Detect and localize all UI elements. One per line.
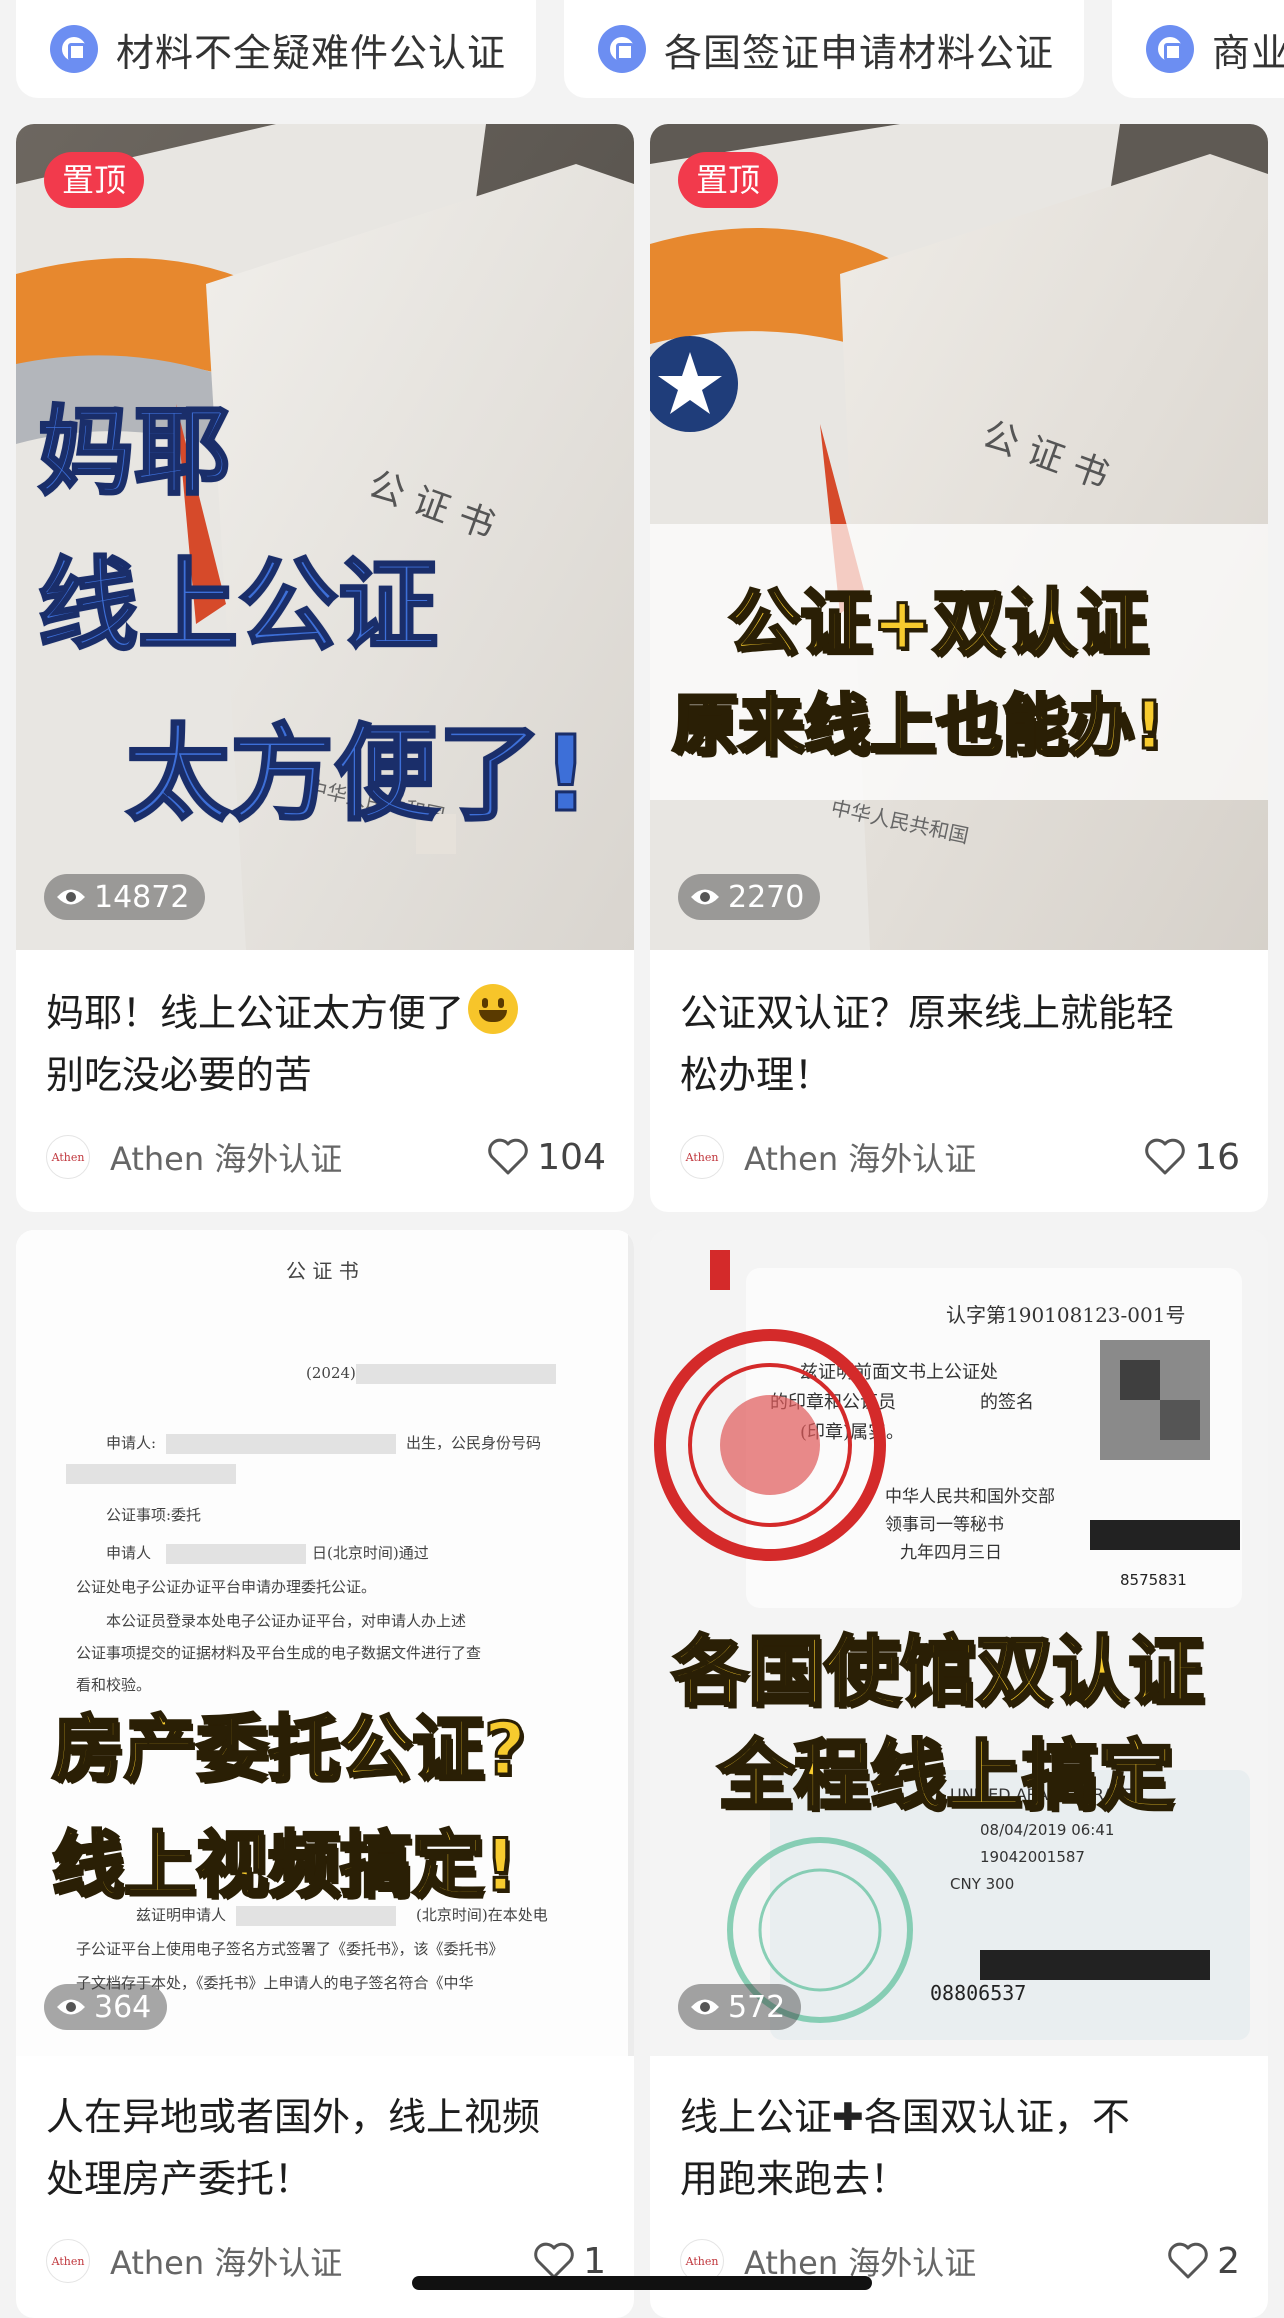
author-avatar[interactable]: Athen: [46, 2239, 90, 2283]
plus-icon: ✚: [832, 2095, 864, 2139]
topic-tag-2[interactable]: 商业文: [1112, 0, 1284, 98]
card-title[interactable]: 公证双认证？原来线上就能轻 松办理！: [680, 982, 1240, 1106]
svg-text:08806537: 08806537: [930, 1981, 1026, 2005]
cover-overlay-line-2: 全程线上搞定: [717, 1730, 1176, 1822]
svg-text:公证事项提交的证据材料及平台生成的电子数据文件进行了查: 公证事项提交的证据材料及平台生成的电子数据文件进行了查: [76, 1644, 481, 1662]
view-count: 572: [678, 1984, 802, 2030]
topic-tag-1[interactable]: 各国签证申请材料公证: [564, 0, 1084, 98]
svg-text:出生，公民身份号码: 出生，公民身份号码: [406, 1434, 541, 1452]
like-button[interactable]: 104: [487, 1137, 606, 1178]
topic-tag-label: 材料不全疑难件公认证: [116, 30, 507, 75]
author-avatar[interactable]: Athen: [46, 1135, 90, 1179]
like-count: 16: [1194, 1136, 1240, 1178]
view-count: 14872: [44, 874, 206, 920]
feed-card[interactable]: 公 证 书 (2024) 申请人: 出生，公民身份号码 公证事项:委托 申请人 …: [16, 1230, 634, 2318]
cover-overlay-line-1: 妈耶: [37, 395, 232, 510]
cover-overlay-line-3: 太方便了!: [124, 712, 590, 837]
topic-tag-0[interactable]: 材料不全疑难件公认证: [16, 0, 536, 98]
view-count: 2270: [678, 874, 821, 920]
author-name[interactable]: Athen 海外认证: [744, 1134, 1144, 1180]
view-count-value: 14872: [94, 879, 190, 915]
svg-text:日(北京时间)通过: 日(北京时间)通过: [312, 1544, 429, 1562]
eye-icon: [57, 1999, 85, 2015]
view-count-value: 364: [94, 1989, 152, 2025]
eye-icon: [691, 889, 719, 905]
svg-text:8575831: 8575831: [1120, 1571, 1187, 1589]
card-cover-image: 公 证 书 中华人民共和国 置顶 妈耶 线上公证 太方便了! 14872: [16, 124, 634, 950]
eye-icon: [691, 1999, 719, 2015]
pinned-badge: 置顶: [44, 152, 145, 208]
svg-text:公证处电子公证办证平台申请办理委托公证。: 公证处电子公证办证平台申请办理委托公证。: [76, 1578, 376, 1596]
svg-text:兹证明前面文书上公证处: 兹证明前面文书上公证处: [800, 1362, 998, 1383]
topic-tag-strip: 材料不全疑难件公认证 各国签证申请材料公证 商业文: [0, 0, 1284, 100]
heart-icon: [1145, 1138, 1185, 1175]
tag-icon: [50, 25, 98, 73]
svg-text:领事司一等秘书: 领事司一等秘书: [885, 1515, 1004, 1535]
doc-heading-text: 公 证 书: [286, 1259, 359, 1283]
topic-tag-label: 商业文: [1212, 30, 1284, 75]
card-title[interactable]: 人在异地或者国外，线上视频 处理房产委托！: [46, 2086, 606, 2210]
svg-text:申请人:: 申请人:: [106, 1434, 156, 1452]
eye-icon: [57, 889, 85, 905]
svg-text:子公证平台上使用电子签名方式签署了《委托书》，该《委托书》: 子公证平台上使用电子签名方式签署了《委托书》，该《委托书》: [76, 1940, 504, 1958]
like-button[interactable]: 16: [1144, 1137, 1240, 1178]
card-cover-image: 公 证 书 (2024) 申请人: 出生，公民身份号码 公证事项:委托 申请人 …: [16, 1230, 634, 2056]
svg-text:(2024): (2024): [306, 1364, 356, 1382]
tag-icon: [1146, 25, 1194, 73]
author-name[interactable]: Athen 海外认证: [110, 1134, 487, 1180]
heart-icon: [488, 1138, 529, 1175]
author-row: Athen Athen 海外认证 104: [46, 1130, 606, 1184]
svg-text:的签名: 的签名: [980, 1392, 1034, 1413]
feed-card[interactable]: 认字第190108123-001号 兹证明前面文书上公证处 的印章和公证员 的签…: [650, 1230, 1268, 2318]
heart-icon: [534, 2242, 574, 2279]
svg-text:申请人: 申请人: [106, 1544, 151, 1562]
topic-tag-label: 各国签证申请材料公证: [664, 30, 1055, 75]
svg-text:中华人民共和国外交部: 中华人民共和国外交部: [885, 1487, 1055, 1507]
card-cover-image: 认字第190108123-001号 兹证明前面文书上公证处 的印章和公证员 的签…: [650, 1230, 1268, 2056]
pinned-badge: 置顶: [678, 152, 779, 208]
view-count-value: 572: [728, 1989, 786, 2025]
cover-overlay-line-1: 房产委托公证?: [51, 1706, 528, 1793]
feed-card[interactable]: 公 证 书 中华人民共和国 置顶 妈耶 线上公证 太方便了! 14872 妈耶！…: [16, 124, 634, 1212]
card-title[interactable]: 线上公证✚各国双认证，不 用跑来跑去！: [680, 2086, 1240, 2210]
grinning-face-icon: [468, 984, 519, 1034]
svg-text:本公证员登录本处电子公证办证平台，对申请人办上述: 本公证员登录本处电子公证办证平台，对申请人办上述: [106, 1612, 466, 1630]
cover-overlay-line-2: 线上视频搞定!: [51, 1822, 519, 1909]
view-count-value: 2270: [728, 879, 805, 915]
card-cover-image: 公 证 书 中华人民共和国 置顶 公证+双认证 原来线上也能办! 2270: [650, 124, 1268, 950]
heart-icon: [1168, 2242, 1208, 2279]
like-count: 2: [1217, 2240, 1240, 2282]
author-row: Athen Athen 海外认证 16: [680, 1130, 1240, 1184]
card-title[interactable]: 妈耶！线上公证太方便了 别吃没必要的苦: [46, 982, 606, 1106]
svg-text:CNY 300: CNY 300: [950, 1875, 1014, 1893]
svg-text:19042001587: 19042001587: [980, 1848, 1085, 1866]
svg-text:公证事项:委托: 公证事项:委托: [106, 1506, 201, 1524]
like-button[interactable]: 2: [1167, 2241, 1240, 2282]
cover-overlay-line-1: 各国使馆双认证: [671, 1626, 1206, 1718]
like-count: 104: [537, 1136, 606, 1178]
home-indicator[interactable]: [412, 2276, 872, 2290]
tag-icon: [598, 25, 646, 73]
cover-overlay-line-2: 线上公证: [37, 546, 440, 666]
cover-overlay-line-1: 公证+双认证: [726, 580, 1149, 667]
cover-overlay-line-2: 原来线上也能办!: [670, 686, 1165, 766]
author-avatar[interactable]: Athen: [680, 1135, 724, 1179]
feed-card[interactable]: 公 证 书 中华人民共和国 置顶 公证+双认证 原来线上也能办! 2270 公证…: [650, 124, 1268, 1212]
svg-text:认字第190108123-001号: 认字第190108123-001号: [946, 1303, 1185, 1327]
svg-text:九年四月三日: 九年四月三日: [900, 1543, 1002, 1563]
view-count: 364: [44, 1984, 168, 2030]
